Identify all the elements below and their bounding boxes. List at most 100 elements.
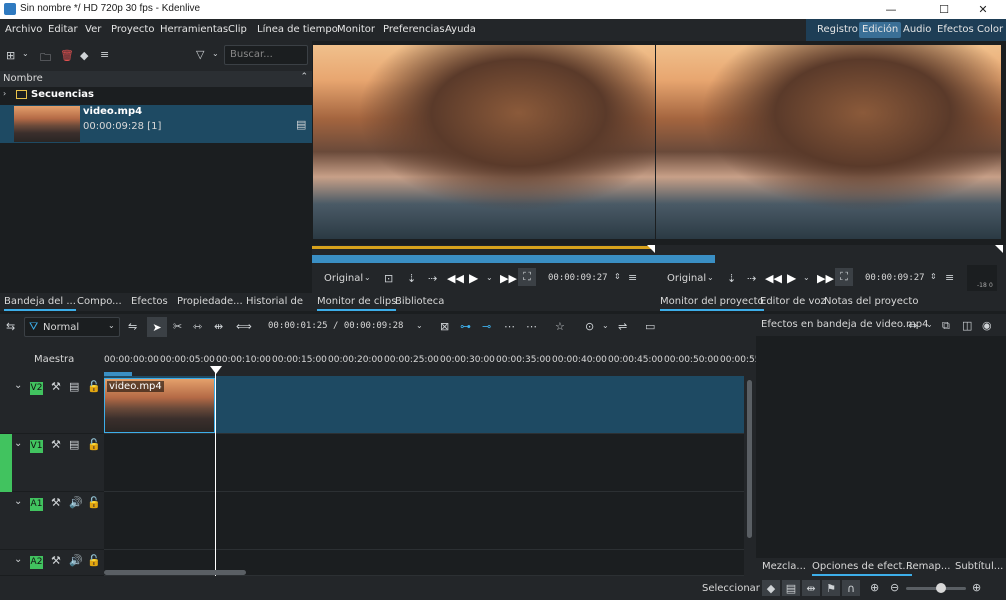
monitor-menu-icon[interactable]: ≡ — [628, 271, 637, 284]
play-chevron-icon[interactable]: ⌄ — [486, 273, 493, 282]
tab-propiedades[interactable]: Propiedade... — [177, 293, 243, 311]
horizontal-scrollbar[interactable] — [104, 568, 744, 576]
effects-wand-icon[interactable]: ⚒ — [51, 380, 61, 393]
lift-icon[interactable]: ⋯ — [504, 320, 515, 333]
ripple-icon[interactable]: ⇹ — [214, 320, 223, 333]
collapse-icon[interactable]: ⌄ — [14, 438, 22, 449]
lock-icon[interactable]: 🔓 — [87, 380, 101, 393]
rewind-icon[interactable]: ◀◀ — [447, 272, 464, 285]
forward-icon[interactable]: ▶▶ — [500, 272, 517, 285]
layout-registro[interactable]: Registro — [814, 22, 861, 38]
zoom-chevron-icon[interactable]: ⌄ — [364, 273, 371, 282]
chevron-down-icon[interactable]: ⌄ — [926, 320, 933, 329]
zoom-slider-handle[interactable] — [936, 583, 946, 593]
effects-wand-icon[interactable]: ⚒ — [51, 554, 61, 567]
tab-biblioteca[interactable]: Biblioteca — [395, 293, 444, 311]
playhead-marker-icon[interactable] — [647, 245, 655, 253]
rewind-icon[interactable]: ◀◀ — [765, 272, 782, 285]
add-clip-icon[interactable]: ⊞ — [6, 49, 15, 62]
effects-wand-icon[interactable]: ⚒ — [51, 496, 61, 509]
play-icon[interactable]: ▶ — [787, 271, 796, 285]
zoom-slider[interactable] — [906, 583, 966, 593]
layout-efectos[interactable]: Efectos — [934, 22, 977, 38]
playhead-line[interactable] — [215, 372, 216, 576]
collapse-icon[interactable]: ⌄ — [14, 380, 22, 391]
overwrite-icon[interactable]: ⊸ — [482, 320, 491, 333]
timeline-ruler[interactable]: Maestra 00:00:00:00 00:00:05:00 00:00:10… — [0, 340, 756, 376]
tab-monitor-proyecto[interactable]: Monitor del proyecto — [660, 293, 764, 311]
zoom-fit-icon[interactable]: ⊕ — [870, 581, 879, 594]
project-timecode[interactable]: 00:00:09:27 — [865, 273, 925, 283]
filter-chevron-icon[interactable]: ⌄ — [212, 49, 219, 58]
chevron-down-icon[interactable]: ⌄ — [602, 321, 609, 330]
playhead-marker-icon[interactable] — [995, 245, 1003, 253]
tab-composiciones[interactable]: Compo... — [77, 293, 122, 311]
select-tool-icon[interactable]: ➤ — [147, 317, 167, 337]
menu-ayuda[interactable]: Ayuda — [445, 24, 476, 35]
zoom-in-icon[interactable]: ⊕ — [972, 581, 981, 594]
vertical-scrollbar[interactable] — [744, 376, 756, 576]
tab-remap[interactable]: Remap... — [906, 558, 950, 576]
folder-secuencias[interactable]: Secuencias — [31, 89, 94, 100]
track-a1[interactable] — [104, 492, 744, 550]
flag-icon[interactable]: ⚑ — [822, 580, 840, 596]
spacer-tool-icon[interactable]: ⇋ — [128, 320, 137, 333]
eye-icon[interactable]: ◉ — [982, 319, 992, 332]
chevron-down-icon[interactable]: ⌄ — [416, 321, 423, 330]
compare-icon[interactable]: ⇔ — [908, 319, 917, 332]
menu-archivo[interactable]: Archivo — [5, 24, 42, 35]
speaker-icon[interactable]: 🔊 — [69, 554, 83, 567]
clip-timecode[interactable]: 00:00:09:27 — [548, 273, 608, 283]
bin-column-header[interactable]: Nombre ⌃ — [0, 71, 312, 87]
speaker-icon[interactable]: 🔊 — [69, 496, 83, 509]
timeline-preview-icon[interactable]: ▭ — [645, 320, 655, 333]
search-input[interactable]: Buscar... — [224, 45, 308, 65]
track-active-indicator[interactable] — [0, 434, 12, 492]
close-button[interactable]: ✕ — [960, 0, 1006, 19]
menu-editar[interactable]: Editar — [48, 24, 78, 35]
favorite-icon[interactable]: ☆ — [555, 320, 565, 333]
fullscreen-icon[interactable]: ⊡ — [384, 272, 393, 285]
timeline-clip[interactable]: video.mp4 — [104, 378, 215, 433]
slip-icon[interactable]: ⟺ — [236, 320, 252, 333]
track-v2[interactable]: video.mp4 — [104, 376, 744, 434]
delete-icon[interactable]: 🗑 — [60, 49, 74, 62]
spacer-icon[interactable]: ⇿ — [193, 320, 202, 333]
layout-edicion[interactable]: Edición — [859, 22, 902, 38]
zoom-select[interactable]: Original — [667, 273, 706, 284]
collapse-icon[interactable]: ⌄ — [14, 554, 22, 565]
menu-linea-de-tiempo[interactable]: Línea de tiempo — [257, 24, 338, 35]
clip-monitor-viewport[interactable] — [312, 41, 656, 245]
effects-wand-icon[interactable]: ⚒ — [51, 438, 61, 451]
timeline-position[interactable]: 00:00:01:25 / 00:00:09:28 — [268, 321, 403, 331]
layout-color[interactable]: Color — [974, 22, 1006, 38]
track-header-v2[interactable]: ⌄ V2 ⚒ ▤ 🔓 — [0, 376, 104, 434]
play-icon[interactable]: ▶ — [469, 271, 478, 285]
collapse-icon[interactable]: ⌄ — [14, 496, 22, 507]
loop-zone-icon[interactable]: ⛶ — [518, 268, 536, 286]
forward-icon[interactable]: ▶▶ — [817, 272, 834, 285]
menu-icon[interactable]: ≡ — [100, 48, 109, 61]
snap-icon[interactable]: ⇹ — [802, 580, 820, 596]
expand-icon[interactable]: › — [3, 89, 6, 98]
clip-monitor-ruler[interactable] — [312, 245, 655, 263]
set-in-icon[interactable]: ⇣ — [407, 272, 416, 285]
track-header-a1[interactable]: ⌄ A1 ⚒ 🔊 🔓 — [0, 492, 104, 550]
menu-ver[interactable]: Ver — [85, 24, 101, 35]
tab-opciones-efecto[interactable]: Opciones de efect... — [812, 558, 912, 576]
menu-monitor[interactable]: Monitor — [337, 24, 375, 35]
lock-icon[interactable]: 🔓 — [87, 438, 101, 451]
folder-icon[interactable]: 🗀 — [40, 49, 51, 68]
filter-icon[interactable]: ▽ — [196, 48, 204, 61]
set-in-icon[interactable]: ⇣ — [727, 272, 736, 285]
scrollbar-thumb[interactable] — [747, 380, 752, 538]
edit-mode-select[interactable]: ⛛ Normal ⌄ — [24, 317, 120, 337]
project-monitor-ruler[interactable] — [655, 245, 1006, 263]
minimize-button[interactable]: — — [868, 0, 914, 19]
lock-icon[interactable]: 🔓 — [87, 496, 101, 509]
tab-notas-proyecto[interactable]: Notas del proyecto — [824, 293, 918, 311]
playhead-head-icon[interactable] — [210, 366, 222, 374]
record-icon[interactable]: ⊙ — [585, 320, 594, 333]
insert-icon[interactable]: ⊶ — [460, 320, 471, 333]
tab-mezcla[interactable]: Mezcla... — [762, 558, 806, 576]
